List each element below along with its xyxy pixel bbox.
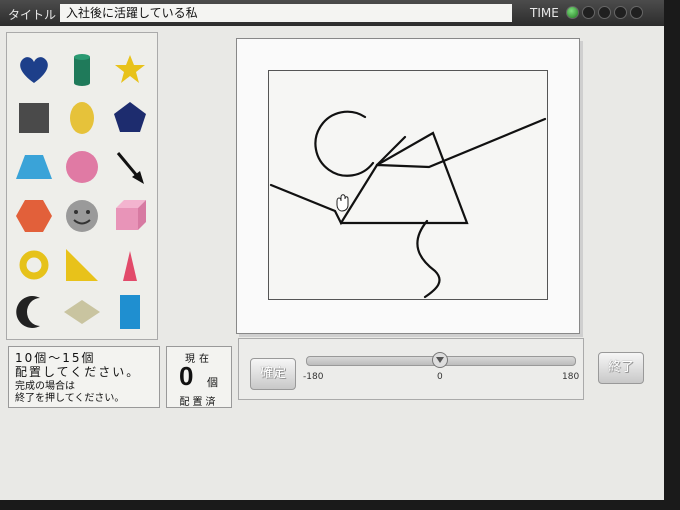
shape-diamond-icon[interactable] [62, 292, 102, 332]
counter-label: 現在 [185, 354, 213, 365]
shape-trapezoid-icon[interactable] [14, 147, 54, 187]
shape-square-icon[interactable] [14, 98, 54, 138]
timer-indicator [566, 6, 643, 19]
finish-button[interactable]: 終了 [598, 352, 644, 384]
instruction-place: 配置してください。 [15, 365, 141, 379]
drawn-triangle [339, 131, 469, 225]
timer-dot [630, 6, 643, 19]
drawn-river [416, 219, 441, 299]
shape-heart-icon[interactable] [14, 49, 54, 89]
title-field: 入社後に活躍している私 [60, 4, 512, 22]
app-screen: タイトル 入社後に活躍している私 TIME 10個～15個 配置してください。 … [0, 0, 664, 500]
shape-palette [6, 32, 158, 340]
drawn-ground-line [269, 117, 547, 226]
instruction-finish: 終了を押してください。 [15, 393, 125, 404]
shape-triangle-icon[interactable] [110, 245, 150, 285]
time-label: TIME [530, 6, 559, 20]
timer-dot [614, 6, 627, 19]
shape-circle-icon[interactable] [62, 147, 102, 187]
instruction-count: 10個～15個 [15, 351, 96, 365]
counter-done-label: 配置済 [179, 397, 219, 408]
placed-counter: 現在 0 個 配置済 [166, 346, 232, 408]
canvas-drawing [269, 110, 547, 299]
shape-cube-icon[interactable] [110, 196, 150, 236]
shape-pentagon-icon[interactable] [110, 98, 150, 138]
shape-star-icon[interactable] [110, 49, 150, 89]
timer-dot [582, 6, 595, 19]
rotation-mid-label: 0 [437, 372, 443, 382]
hand-cursor-icon [336, 194, 349, 212]
drawing-canvas[interactable] [268, 70, 548, 300]
confirm-button[interactable]: 確定 [250, 358, 296, 390]
shape-rectangle-icon[interactable] [110, 292, 150, 332]
counter-value: 0 [179, 361, 194, 391]
title-label: タイトル [8, 8, 57, 22]
rotation-max-label: 180 [562, 372, 580, 382]
shape-ring-icon[interactable] [14, 245, 54, 285]
shape-cylinder-icon[interactable] [62, 49, 102, 89]
counter-unit: 個 [207, 376, 218, 389]
drawn-circle-arc [314, 110, 375, 177]
instruction-panel: 10個～15個 配置してください。 完成の場合は 終了を押してください。 [8, 346, 160, 408]
shape-ellipse-icon[interactable] [62, 98, 102, 138]
title-bar: タイトル 入社後に活躍している私 TIME [0, 0, 664, 26]
shape-right-triangle-icon[interactable] [62, 245, 102, 285]
shape-smiley-icon[interactable] [62, 196, 102, 236]
instruction-complete: 完成の場合は [15, 381, 75, 392]
shape-hexagon-icon[interactable] [14, 196, 54, 236]
timer-dot [566, 6, 579, 19]
shape-arrow-icon[interactable] [110, 147, 150, 187]
rotation-slider-thumb[interactable] [432, 352, 448, 368]
timer-dot [598, 6, 611, 19]
shape-crescent-icon[interactable] [14, 292, 54, 332]
rotation-min-label: -180 [303, 372, 324, 382]
